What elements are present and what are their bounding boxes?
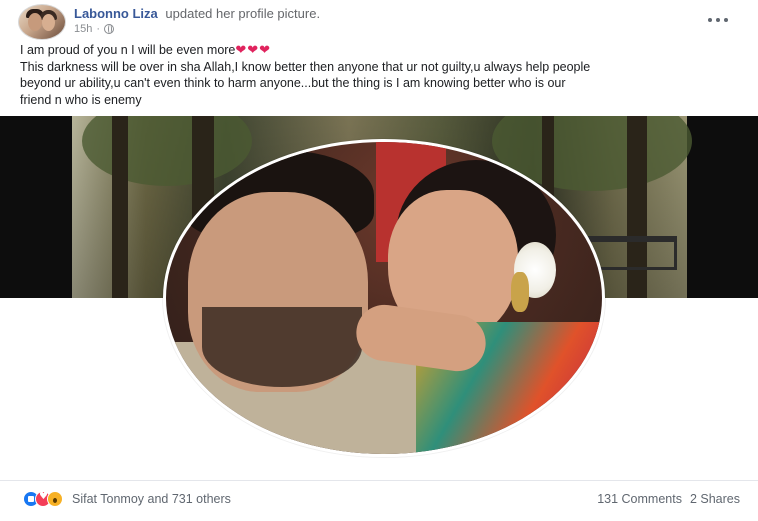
comments-count-link[interactable]: 131 Comments bbox=[597, 492, 682, 506]
earring bbox=[511, 272, 529, 312]
man-beard bbox=[202, 307, 362, 387]
post-header: Labonno Liza updated her profile picture… bbox=[18, 4, 758, 40]
avatar-face bbox=[42, 14, 55, 31]
post-text-line: I am proud of you n I will be even more❤… bbox=[20, 42, 272, 57]
wow-icon bbox=[47, 491, 63, 507]
post-text-line: beyond ur ability,u can't even think to … bbox=[20, 76, 566, 90]
dot-icon bbox=[716, 18, 720, 22]
meta-separator: · bbox=[96, 23, 101, 35]
reactions-bar: Sifat Tonmoy and 731 others 131 Comments… bbox=[0, 480, 758, 516]
reaction-count-link[interactable]: Sifat Tonmoy and 731 others bbox=[72, 492, 231, 506]
post-body-text: I am proud of you n I will be even more❤… bbox=[20, 42, 740, 108]
heart-emoji-icon: ❤❤❤ bbox=[235, 42, 272, 57]
post-meta: 15h · bbox=[74, 23, 115, 35]
post-action-text: updated her profile picture. bbox=[165, 6, 321, 21]
dot-icon bbox=[724, 18, 728, 22]
globe-icon bbox=[104, 24, 115, 34]
post-text-line: This darkness will be over in sha Allah,… bbox=[20, 59, 591, 74]
reaction-icons[interactable] bbox=[23, 491, 67, 507]
post-stats: 131 Comments 2 Shares bbox=[597, 492, 740, 506]
post-text-line: friend n who is enemy bbox=[20, 92, 142, 107]
tree-trunk bbox=[112, 116, 128, 298]
profile-picture[interactable] bbox=[163, 139, 605, 457]
shares-count-link[interactable]: 2 Shares bbox=[690, 492, 740, 506]
post-headline: Labonno Liza updated her profile picture… bbox=[74, 6, 320, 21]
dot-icon bbox=[708, 18, 712, 22]
tree-trunk bbox=[627, 116, 647, 298]
more-options-button[interactable] bbox=[708, 14, 730, 26]
author-avatar[interactable] bbox=[18, 4, 66, 40]
author-name-link[interactable]: Labonno Liza bbox=[74, 6, 158, 21]
post-timestamp[interactable]: 15h bbox=[74, 23, 92, 35]
avatar-face bbox=[28, 13, 42, 31]
